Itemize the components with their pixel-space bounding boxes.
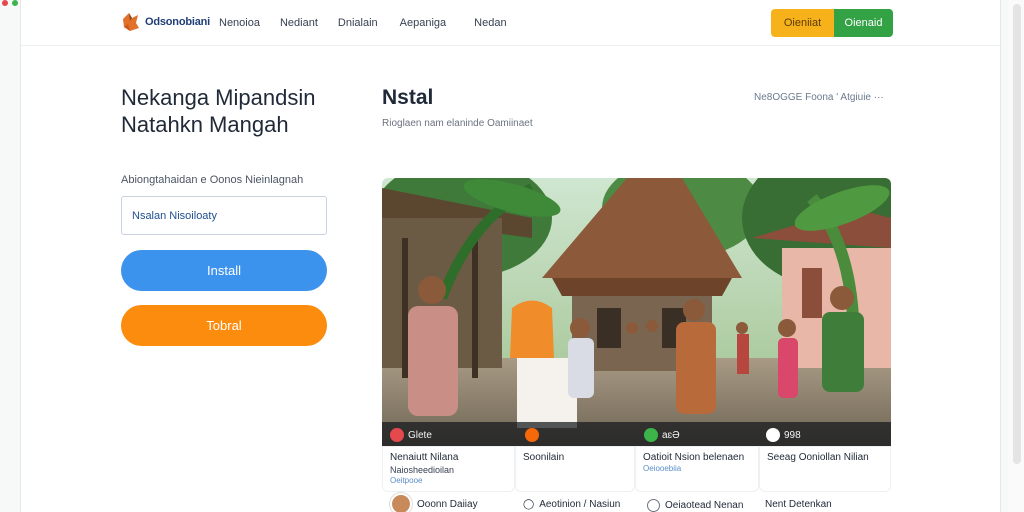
info-card[interactable]: Nenaiutt Nilana Naiosheedioilan Oeitpooe <box>382 446 515 492</box>
saved-count: 998 <box>784 429 801 441</box>
list-item-label: Nent Detenkan <box>765 499 832 510</box>
main-nav: Nenoioa Nediant Dnialain Aepaniga Nedan <box>219 17 507 29</box>
search-input[interactable] <box>121 196 327 235</box>
list-item[interactable]: ◯ Aeotinion / Nasiun <box>523 499 620 510</box>
list-item-label: Aeotinion / Nasiun <box>539 499 621 510</box>
list-item[interactable]: Ooonn Daiiay <box>390 493 478 512</box>
list-item[interactable]: Nent Detenkan <box>765 499 832 510</box>
bottom-list: Ooonn Daiiay ◯ Aeotinion / Nasiun Oeiaot… <box>382 493 891 512</box>
maximize-window-dot[interactable] <box>12 0 18 6</box>
card-subtitle: Naiosheedioilan <box>390 465 455 475</box>
nav-item-1[interactable]: Nenoioa <box>219 17 260 29</box>
flame-icon <box>525 428 539 442</box>
card-title: Nenaiutt Nilana <box>390 452 459 463</box>
heart-icon <box>390 428 404 442</box>
top-navigation: Odsonobiani Nenoioa Nediant Dnialain Aep… <box>21 0 1000 46</box>
form-label: Abiongtahaidan e Oonos Nieinlagnah <box>121 174 304 186</box>
section-link[interactable]: Ne8OGGE Foona ' Atgiuie ··· <box>754 92 884 103</box>
chat-icon: ◯ <box>523 499 535 510</box>
photo-badge-bar: Glete aɛƏ 998 <box>382 422 891 446</box>
scrollbar-thumb[interactable] <box>1013 4 1021 464</box>
nav-primary-button[interactable]: Oieniiat <box>771 9 834 37</box>
check-badge[interactable]: aɛƏ <box>644 428 680 442</box>
info-card[interactable]: Soonilain <box>515 446 635 492</box>
nav-item-2[interactable]: Nediant <box>280 17 318 29</box>
likes-count: Glete <box>408 429 432 441</box>
featured-photo[interactable]: Glete aɛƏ 998 <box>382 178 891 446</box>
card-title: Oatioit Nsion belenaen <box>643 452 745 463</box>
list-item[interactable]: Oeiaotead Nenan <box>647 499 743 512</box>
nav-item-4[interactable]: Aepaniga <box>400 17 447 29</box>
saved-badge[interactable]: 998 <box>766 428 801 442</box>
ring-icon <box>647 499 660 512</box>
flame-badge[interactable] <box>525 428 543 442</box>
card-title: Soonilain <box>523 452 565 463</box>
brand-name: Odsonobiani <box>145 16 211 28</box>
heart-outline-icon <box>766 428 780 442</box>
card-title: Seeag Ooniollan Nilian <box>767 452 869 463</box>
list-item-label: Oeiaotead Nenan <box>665 500 744 511</box>
village-scene-image <box>382 178 891 446</box>
nav-item-3[interactable]: Dnialain <box>338 17 378 29</box>
section-subtitle: Rioglaen nam elaninde Oamiinaet <box>382 118 533 129</box>
info-cards: Nenaiutt Nilana Naiosheedioilan Oeitpooe… <box>382 446 891 492</box>
card-meta: Oeiooebiia <box>643 464 682 473</box>
fox-logo-icon <box>123 13 139 31</box>
window-controls <box>2 0 18 6</box>
info-card[interactable]: Oatioit Nsion belenaen Oeiooebiia <box>635 446 759 492</box>
check-icon <box>644 428 658 442</box>
check-count: aɛƏ <box>662 429 680 441</box>
secondary-action-button[interactable]: Tobral <box>121 305 327 346</box>
install-button[interactable]: Install <box>121 250 327 291</box>
avatar <box>390 493 412 512</box>
nav-item-5[interactable]: Nedan <box>474 17 506 29</box>
card-meta: Oeitpooe <box>390 476 423 485</box>
list-item-label: Ooonn Daiiay <box>417 498 478 510</box>
close-window-dot[interactable] <box>2 0 8 6</box>
section-title: Nstal <box>382 86 434 109</box>
brand-logo[interactable]: Odsonobiani <box>121 11 210 33</box>
nav-secondary-button[interactable]: Oienaid <box>834 9 893 37</box>
likes-badge[interactable]: Glete <box>390 428 432 442</box>
hero-title: Nekanga Mipandsin Natahkn Mangah <box>121 85 316 137</box>
info-card[interactable]: Seeag Ooniollan Nilian <box>759 446 891 492</box>
